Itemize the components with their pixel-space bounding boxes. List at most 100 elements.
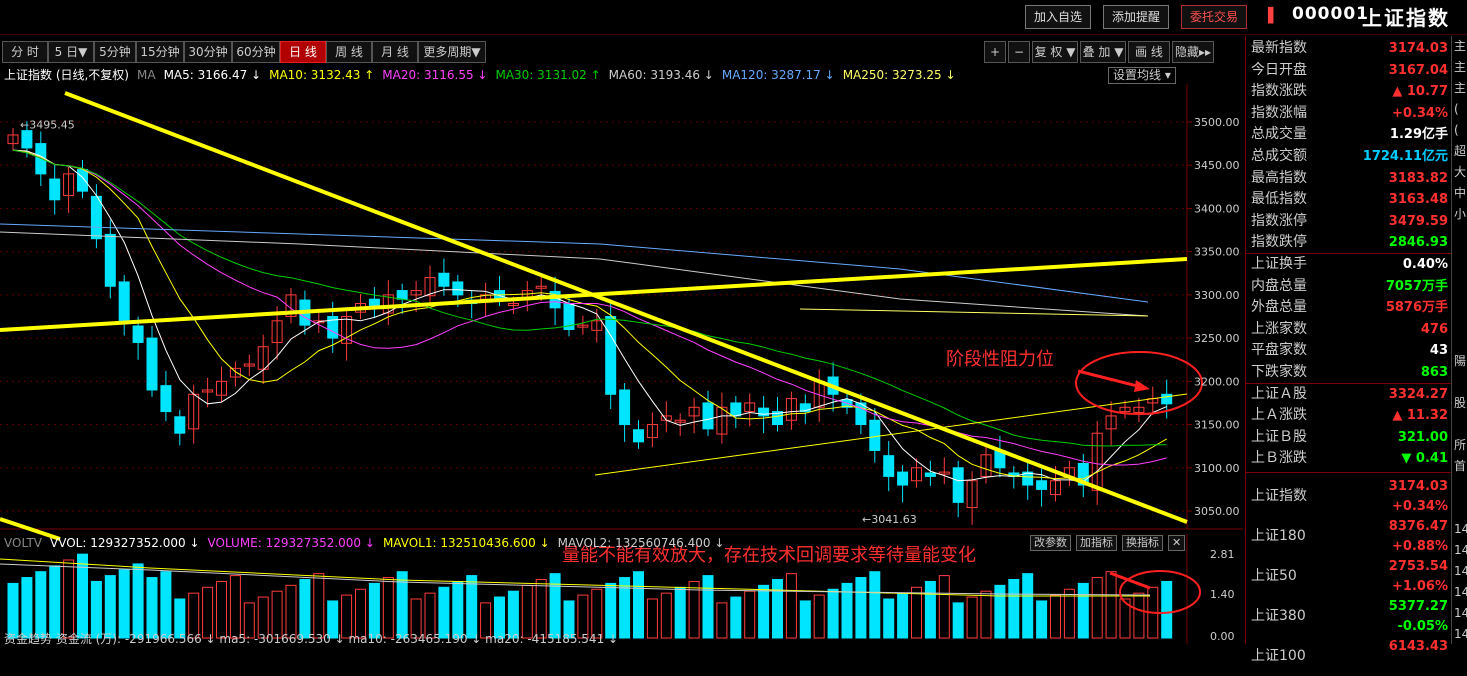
index-value: 5377.27 [1388,599,1448,614]
quote-row: 平盘家数 43 [1246,340,1452,361]
edit-params-button[interactable]: 改参数 [1030,535,1071,551]
quote-panel: 最新指数 3174.03 今日开盘 3167.04 指数涨跌 ▲ 10.77 指数涨幅 +0.… [1245,36,1452,664]
resistance-annotation: 阶段性阻力位 [946,349,1054,370]
add-alert-button[interactable]: 添加提醒 [1103,5,1170,29]
vol-value-4: MAVOL2: 132560746.400 ↓ [557,536,725,550]
ma-settings-button[interactable]: 设置均线 ▾ [1108,67,1176,84]
top-bar: 加入自选 添加提醒 委托交易 ▌ 000001 上证指数 [0,0,1467,35]
candle-body [118,281,130,322]
volume-bar [1105,571,1117,639]
close-icon[interactable]: ✕ [1168,535,1186,551]
quote-value: ▼ 0.41 [1401,451,1448,467]
volume-bar [1063,588,1075,639]
add-indicator-button[interactable]: 加指标 [1076,535,1117,551]
quote-row: 上Ａ涨跌 ▲ 11.32 [1246,405,1452,426]
volume-bar [1036,600,1048,639]
period-tab-2[interactable]: 5分钟 [94,41,136,63]
volume-bar [744,590,756,639]
period-tab-8[interactable]: 月 线 [372,41,418,63]
volume-bar [646,598,658,639]
strip-cell [1452,372,1467,393]
strip-cell: 超 [1454,144,1467,158]
period-tab-9[interactable]: 更多周期▼ [418,41,486,63]
candle-body [174,416,186,434]
low-label: ←3041.63 [862,513,917,526]
chart-tool-3[interactable]: 叠 加 ▼ [1080,41,1126,63]
strip-cell [1452,288,1467,309]
volume-bar [799,600,811,639]
volume-bar [716,602,728,639]
quote-value: 3324.27 [1388,386,1448,402]
chart-tool-5[interactable]: 隐藏▸▸ [1172,41,1214,63]
volume-bar [49,565,61,639]
period-tab-4[interactable]: 30分钟 [184,41,232,63]
chart-tool-4[interactable]: 画 线 [1128,41,1170,63]
quote-value: 1.29亿手 [1389,127,1448,143]
volume-bar [466,575,478,639]
vol-value-0: VOLTV [4,536,43,550]
index-row[interactable]: 上证100 6143.43 [1246,636,1452,676]
period-tab-7[interactable]: 周 线 [326,41,372,63]
index-change: -0.05% [1397,619,1449,634]
strip-cell [1452,330,1467,351]
volume-bar [772,579,783,639]
candle-body [49,178,61,201]
strip-cell: 陽 [1454,354,1467,368]
strip-cell: 主 [1454,60,1467,74]
quote-row: 指数跌停 2846.93 [1246,232,1452,253]
quote-row: 最低指数 3163.48 [1246,189,1452,210]
security-code: 000001 [1292,4,1369,24]
fund-flow-bar: 资金趋势 资金流 (万): -291966.566 ↓ ma5: -301669… [4,632,619,646]
side-strip: 主主主((超大中小陽股所首14141414141414 [1451,36,1467,644]
quote-row: 最新指数 3174.03 [1246,38,1452,59]
candle-body [633,429,644,443]
chart-tool-0[interactable]: + [984,41,1006,63]
strip-cell: 中 [1454,186,1467,200]
add-watchlist-button[interactable]: 加入自选 [1025,5,1092,29]
strip-cell: ( [1454,123,1459,137]
chart-tool-2[interactable]: 复 权 ▼ [1032,41,1078,63]
volume-info-bar: VOLTV VVOL: 129327352.000 ↓ VOLUME: 129327… [4,535,732,551]
strip-cell [1452,414,1467,435]
quote-row: 指数涨停 3479.59 [1246,211,1452,232]
quote-row: 内盘总量 7057万手 [1246,276,1452,297]
switch-indicator-button[interactable]: 换指标 [1122,535,1163,551]
index-row[interactable]: 上证380 5377.27 -0.05% [1246,596,1452,636]
strip-cell: 主 [1454,81,1467,95]
volume-bar [1091,577,1103,639]
quote-label: 上Ａ涨跌 [1251,407,1307,424]
ma-value-3: MA20: 3116.55 ↓ [382,68,488,82]
quote-row: 今日开盘 3167.04 [1246,60,1452,81]
y-tick-label: 3200.00 [1194,375,1240,388]
strip-cell: 大 [1454,165,1467,179]
strip-cell [1452,246,1467,267]
candle-body [77,169,88,192]
ma-value-1: MA5: 3166.47 ↓ [163,68,262,82]
volume-bar [674,586,686,639]
quote-label: 上证Ｂ股 [1251,428,1307,445]
index-row[interactable]: 上证50 2753.54 +1.06% [1246,556,1452,596]
trade-order-button[interactable]: 委托交易 [1181,5,1248,29]
period-tab-3[interactable]: 15分钟 [136,41,184,63]
volume-bar [1050,594,1061,639]
period-tab-6[interactable]: 日 线 [280,41,326,63]
quote-value: ▲ 11.32 [1392,408,1448,424]
period-tab-0[interactable]: 分 时 [2,41,48,63]
volume-bar [229,575,241,639]
ma30-line [12,149,1167,447]
vol-value-1: VVOL: 129327352.000 ↓ [50,536,200,550]
strip-cell: 主 [1454,39,1467,53]
quote-label: 总成交额 [1251,148,1307,164]
marker-icon: ▌ [1268,8,1279,24]
index-row[interactable]: 上证指数 3174.03 +0.34% [1246,476,1452,516]
quote-label: 上证换手 [1251,256,1307,272]
candle-body [702,402,714,430]
volume-bar [104,575,116,639]
quote-row: 最高指数 3183.82 [1246,168,1452,189]
volume-bar [911,586,922,639]
index-row[interactable]: 上证180 8376.47 +0.88% [1246,516,1452,556]
period-tab-5[interactable]: 60分钟 [232,41,280,63]
candle-body [90,195,102,240]
chart-tool-1[interactable]: − [1008,41,1030,63]
period-tab-1[interactable]: 5 日▼ [48,41,94,63]
